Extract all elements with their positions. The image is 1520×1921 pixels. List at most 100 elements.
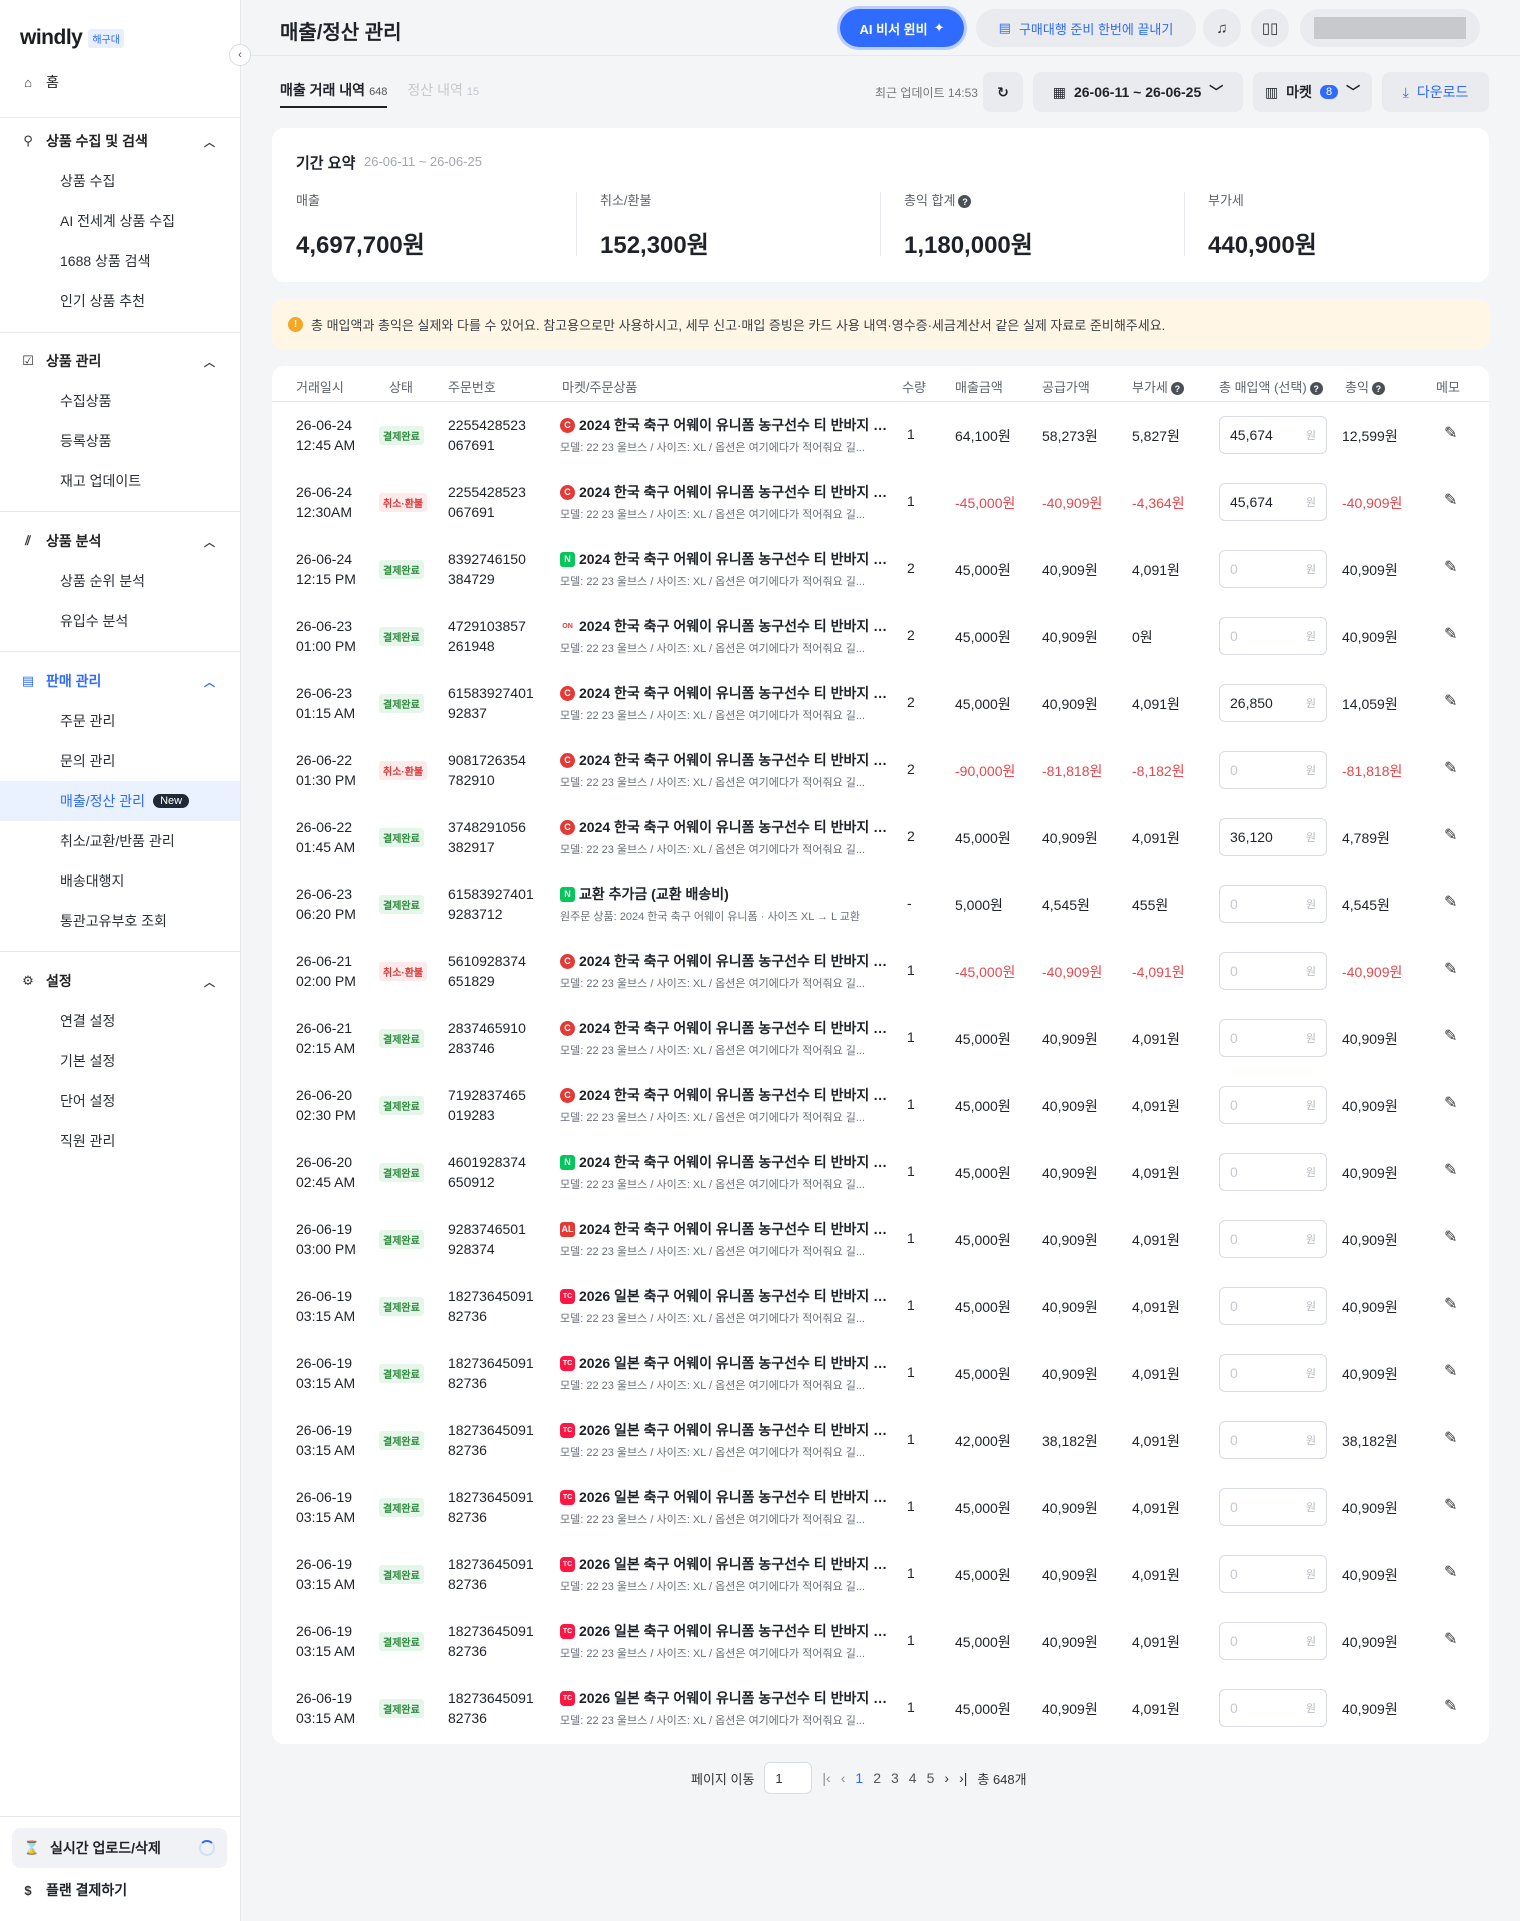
purchase-cost-input[interactable]: 0원: [1219, 1153, 1327, 1191]
product-name[interactable]: 2024 한국 축구 어웨이 유니폼 농구선수 티 반바지 세...: [579, 415, 890, 435]
purchase-cost-input[interactable]: 0원: [1219, 617, 1327, 655]
first-page-icon[interactable]: |‹: [822, 1770, 830, 1786]
edit-memo-icon[interactable]: ✎: [1444, 959, 1457, 979]
help-icon[interactable]: ?: [1170, 382, 1184, 396]
edit-memo-icon[interactable]: ✎: [1444, 1696, 1457, 1716]
purchase-cost-input[interactable]: 0원: [1219, 1555, 1327, 1593]
sidebar-item[interactable]: 인기 상품 추천: [0, 281, 240, 321]
page-number[interactable]: 1: [855, 1770, 863, 1786]
market-filter[interactable]: ▥ 마켓 8 ﹀: [1253, 72, 1372, 112]
product-name[interactable]: 2026 일본 축구 어웨이 유니폼 농구선수 티 반바지 세...: [579, 1286, 890, 1306]
purchase-cost-input[interactable]: 0원: [1219, 1622, 1327, 1660]
edit-memo-icon[interactable]: ✎: [1444, 825, 1457, 845]
sidebar-item[interactable]: 수집상품: [0, 381, 240, 421]
product-name[interactable]: 2026 일본 축구 어웨이 유니폼 농구선수 티 반바지 세...: [579, 1487, 890, 1507]
edit-memo-icon[interactable]: ✎: [1444, 691, 1457, 711]
purchase-cost-input[interactable]: 0원: [1219, 952, 1327, 990]
edit-memo-icon[interactable]: ✎: [1444, 1294, 1457, 1314]
purchase-cost-input[interactable]: 45,674 원: [1219, 483, 1327, 521]
product-name[interactable]: 2024 한국 축구 어웨이 유니폼 농구선수 티 반바지 세...: [579, 1018, 890, 1038]
sidebar-item[interactable]: 문의 관리: [0, 741, 240, 781]
purchase-cost-input[interactable]: 0원: [1219, 1287, 1327, 1325]
product-name[interactable]: 교환 추가금 (교환 배송비): [579, 884, 729, 904]
page-number[interactable]: 2: [873, 1770, 881, 1786]
edit-memo-icon[interactable]: ✎: [1444, 490, 1457, 510]
sidebar-group-header[interactable]: ⫽ 상품 분석 ︿: [0, 521, 240, 561]
ai-assistant-button[interactable]: AI 비서 윈비 ✦: [840, 9, 964, 47]
sidebar-item[interactable]: 상품 순위 분석: [0, 561, 240, 601]
product-name[interactable]: 2024 한국 축구 어웨이 유니폼 농구선수 티 반바지 세...: [579, 616, 890, 636]
page-number[interactable]: 3: [891, 1770, 899, 1786]
download-button[interactable]: ⤓ 다운로드: [1382, 72, 1489, 112]
sidebar-item[interactable]: 재고 업데이트: [0, 461, 240, 501]
edit-memo-icon[interactable]: ✎: [1444, 624, 1457, 644]
plan-payment-button[interactable]: $ 플랜 결제하기: [20, 1880, 127, 1900]
next-page-icon[interactable]: ›: [944, 1770, 949, 1786]
sidebar-item-home[interactable]: ⌂ 홈: [20, 72, 59, 92]
edit-memo-icon[interactable]: ✎: [1444, 1495, 1457, 1515]
refresh-button[interactable]: ↻: [983, 72, 1023, 112]
sidebar-group-header[interactable]: ⚙ 설정 ︿: [0, 961, 240, 1001]
edit-memo-icon[interactable]: ✎: [1444, 892, 1457, 912]
edit-memo-icon[interactable]: ✎: [1444, 1361, 1457, 1381]
tab-settlement-history[interactable]: 정산 내역 15: [407, 80, 479, 108]
sidebar-group-header[interactable]: ☑ 상품 관리 ︿: [0, 341, 240, 381]
sidebar-item[interactable]: 통관고유부호 조회: [0, 901, 240, 941]
page-number[interactable]: 5: [927, 1770, 935, 1786]
purchase-cost-input[interactable]: 0원: [1219, 885, 1327, 923]
sidebar-item[interactable]: 단어 설정: [0, 1081, 240, 1121]
guide-button[interactable]: ▯▯: [1251, 9, 1289, 47]
purchase-cost-input[interactable]: 45,674 원: [1219, 416, 1327, 454]
sidebar-item[interactable]: 주문 관리: [0, 701, 240, 741]
edit-memo-icon[interactable]: ✎: [1444, 1026, 1457, 1046]
sidebar-item[interactable]: 상품 수집: [0, 161, 240, 201]
product-name[interactable]: 2024 한국 축구 어웨이 유니폼 농구선수 티 반바지 세...: [579, 1085, 890, 1105]
product-name[interactable]: 2026 일본 축구 어웨이 유니폼 농구선수 티 반바지 세...: [579, 1353, 890, 1373]
last-page-icon[interactable]: ›|: [959, 1770, 967, 1786]
product-name[interactable]: 2024 한국 축구 어웨이 유니폼 농구선수 티 반바지 세...: [579, 817, 890, 837]
sidebar-item[interactable]: 배송대행지: [0, 861, 240, 901]
help-icon[interactable]: ?: [958, 195, 972, 209]
edit-memo-icon[interactable]: ✎: [1444, 1562, 1457, 1582]
help-icon[interactable]: ?: [1371, 382, 1385, 396]
product-name[interactable]: 2024 한국 축구 어웨이 유니폼 농구선수 티 반바지 세...: [579, 683, 890, 703]
product-name[interactable]: 2026 일본 축구 어웨이 유니폼 농구선수 티 반바지 세...: [579, 1688, 890, 1708]
edit-memo-icon[interactable]: ✎: [1444, 1629, 1457, 1649]
edit-memo-icon[interactable]: ✎: [1444, 1093, 1457, 1113]
sidebar-item[interactable]: 직원 관리: [0, 1121, 240, 1161]
product-name[interactable]: 2024 한국 축구 어웨이 유니폼 농구선수 티 반바지 세...: [579, 951, 890, 971]
help-icon[interactable]: ?: [1309, 382, 1323, 396]
sidebar-item[interactable]: AI 전세계 상품 수집: [0, 201, 240, 241]
purchase-cost-input[interactable]: 0원: [1219, 1689, 1327, 1727]
product-name[interactable]: 2026 일본 축구 어웨이 유니폼 농구선수 티 반바지 세...: [579, 1621, 890, 1641]
prev-page-icon[interactable]: ‹: [841, 1770, 846, 1786]
sidebar-item[interactable]: 취소/교환/반품 관리: [0, 821, 240, 861]
purchase-cost-input[interactable]: 26,850 원: [1219, 684, 1327, 722]
product-name[interactable]: 2024 한국 축구 어웨이 유니폼 농구선수 티 반바지 세...: [579, 549, 890, 569]
page-number[interactable]: 4: [909, 1770, 917, 1786]
edit-memo-icon[interactable]: ✎: [1444, 1227, 1457, 1247]
purchase-cost-input[interactable]: 36,120 원: [1219, 818, 1327, 856]
edit-memo-icon[interactable]: ✎: [1444, 758, 1457, 778]
product-name[interactable]: 2026 일본 축구 어웨이 유니폼 농구선수 티 반바지 세...: [579, 1554, 890, 1574]
purchase-cost-input[interactable]: 0원: [1219, 1354, 1327, 1392]
realtime-upload-button[interactable]: ⌛ 실시간 업로드/삭제: [12, 1828, 227, 1868]
page-jump-input[interactable]: 1: [764, 1762, 813, 1794]
product-name[interactable]: 2024 한국 축구 어웨이 유니폼 농구선수 티 반바지 세...: [579, 750, 890, 770]
purchase-cost-input[interactable]: 0원: [1219, 1421, 1327, 1459]
sidebar-item[interactable]: 연결 설정: [0, 1001, 240, 1041]
sidebar-group-header[interactable]: ▤ 판매 관리 ︿: [0, 661, 240, 701]
sidebar-collapse-button[interactable]: ‹: [229, 44, 251, 66]
sidebar-item[interactable]: 1688 상품 검색: [0, 241, 240, 281]
user-profile-button[interactable]: [1300, 9, 1480, 47]
purchase-cost-input[interactable]: 0원: [1219, 1019, 1327, 1057]
product-name[interactable]: 2024 한국 축구 어웨이 유니폼 농구선수 티 반바지 세...: [579, 1219, 890, 1239]
sidebar-item[interactable]: 등록상품: [0, 421, 240, 461]
sidebar-item-active[interactable]: 매출/정산 관리 New: [0, 781, 240, 821]
purchase-cost-input[interactable]: 0원: [1219, 1220, 1327, 1258]
logo[interactable]: windly 해구대: [20, 26, 124, 50]
tab-sales-history[interactable]: 매출 거래 내역 648: [280, 80, 388, 108]
edit-memo-icon[interactable]: ✎: [1444, 1428, 1457, 1448]
purchase-cost-input[interactable]: 0원: [1219, 751, 1327, 789]
prep-guide-button[interactable]: ▤ 구매대행 준비 한번에 끝내기: [976, 9, 1196, 47]
